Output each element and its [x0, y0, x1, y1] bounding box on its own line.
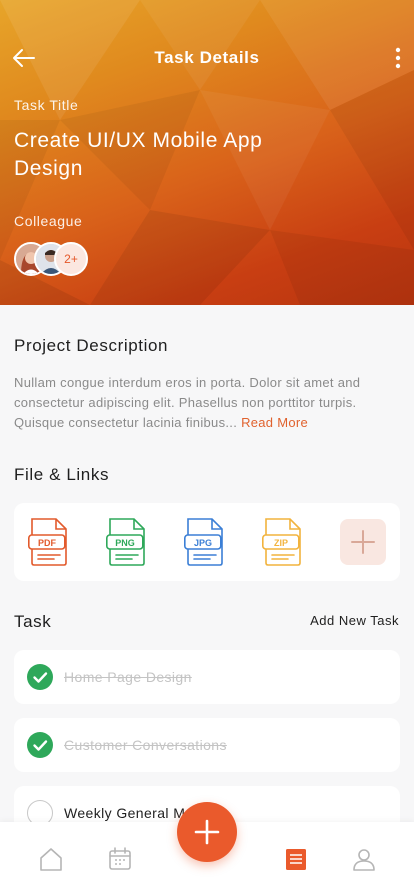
task-checkbox[interactable] [27, 664, 53, 690]
nav-home[interactable] [38, 846, 64, 872]
pdf-file-icon: PDF [28, 518, 67, 566]
more-vertical-icon [395, 47, 401, 69]
nav-calendar[interactable] [107, 846, 133, 872]
nav-tasks[interactable] [283, 846, 309, 872]
plus-icon [351, 530, 375, 554]
read-more-link[interactable]: Read More [241, 415, 308, 430]
add-button[interactable] [177, 802, 237, 862]
file-type-label: PDF [38, 538, 57, 548]
add-file-button[interactable] [340, 519, 386, 565]
file-type-label: ZIP [274, 538, 288, 548]
page-title: Task Details [154, 48, 260, 67]
png-file-icon: PNG [106, 518, 145, 566]
tasks-icon [286, 849, 306, 870]
pdf-file[interactable]: PDF [28, 517, 70, 567]
calendar-icon [109, 847, 131, 870]
colleague-avatars[interactable]: 2+ [14, 242, 104, 276]
profile-icon [353, 849, 375, 871]
plus-icon [194, 819, 220, 845]
png-file[interactable]: PNG [106, 517, 148, 567]
task-item[interactable]: Home Page Design [14, 650, 400, 704]
task-item[interactable]: Customer Conversations [14, 718, 400, 772]
project-description-text: Nullam congue interdum eros in porta. Do… [14, 375, 361, 430]
project-description-heading: Project Description [14, 336, 169, 355]
more-colleagues-badge[interactable]: 2+ [54, 242, 88, 276]
task-title-label: Task Title [14, 97, 79, 113]
task-title: Create UI/UX Mobile App Design [14, 129, 263, 180]
zip-file-icon: ZIP [262, 518, 301, 566]
checkmark-icon [33, 740, 48, 751]
task-label: Home Page Design [64, 669, 192, 685]
file-type-label: JPG [194, 538, 212, 548]
jpg-file-icon: JPG [184, 518, 223, 566]
task-header-banner: Task Details Task Title Create UI/UX Mob… [0, 0, 414, 305]
task-label: Customer Conversations [64, 737, 227, 753]
more-options-button[interactable] [390, 44, 406, 72]
zip-file[interactable]: ZIP [262, 517, 304, 567]
checkmark-icon [33, 672, 48, 683]
add-new-task-link[interactable]: Add New Task [310, 613, 399, 628]
file-links-heading: File & Links [14, 465, 110, 484]
project-description: Nullam congue interdum eros in porta. Do… [14, 373, 402, 433]
home-icon [40, 848, 62, 871]
jpg-file[interactable]: JPG [184, 517, 226, 567]
task-heading: Task [14, 612, 52, 631]
file-type-label: PNG [115, 538, 135, 548]
nav-profile[interactable] [351, 846, 377, 872]
colleague-label: Colleague [14, 213, 83, 229]
top-bar: Task Details [0, 38, 414, 78]
task-checkbox[interactable] [27, 732, 53, 758]
files-card: PDF PNG JPG ZIP [14, 503, 400, 581]
